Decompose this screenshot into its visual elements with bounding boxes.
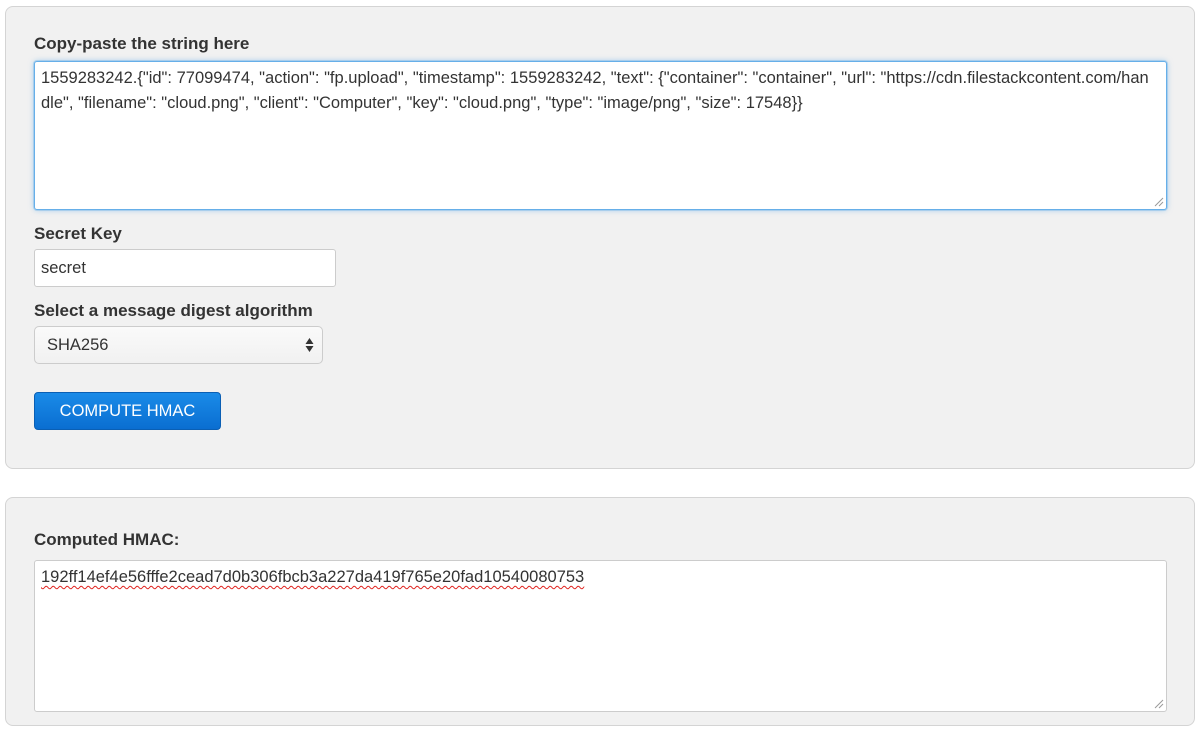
algorithm-select[interactable]: SHA256: [34, 326, 323, 364]
secret-key-input[interactable]: secret: [34, 249, 336, 287]
input-panel: Copy-paste the string here 1559283242.{"…: [5, 6, 1195, 469]
resize-grip-icon[interactable]: [1154, 197, 1164, 207]
algorithm-selected-value: SHA256: [47, 336, 109, 354]
secret-key-label: Secret Key: [34, 224, 122, 243]
updown-arrows-icon: [305, 338, 314, 352]
computed-hmac-textarea[interactable]: 192ff14ef4e56fffe2cead7d0b306fbcb3a227da…: [34, 560, 1167, 712]
string-textarea[interactable]: 1559283242.{"id": 77099474, "action": "f…: [34, 61, 1167, 210]
computed-hmac-label: Computed HMAC:: [34, 530, 180, 549]
algorithm-label: Select a message digest algorithm: [34, 301, 313, 320]
string-label: Copy-paste the string here: [34, 34, 250, 53]
string-textarea-value: 1559283242.{"id": 77099474, "action": "f…: [41, 69, 1149, 112]
output-panel: Computed HMAC: 192ff14ef4e56fffe2cead7d0…: [5, 497, 1195, 726]
resize-grip-icon[interactable]: [1154, 699, 1164, 709]
computed-hmac-value: 192ff14ef4e56fffe2cead7d0b306fbcb3a227da…: [41, 568, 585, 586]
compute-hmac-button[interactable]: COMPUTE HMAC: [34, 392, 221, 430]
secret-key-value: secret: [41, 259, 86, 277]
